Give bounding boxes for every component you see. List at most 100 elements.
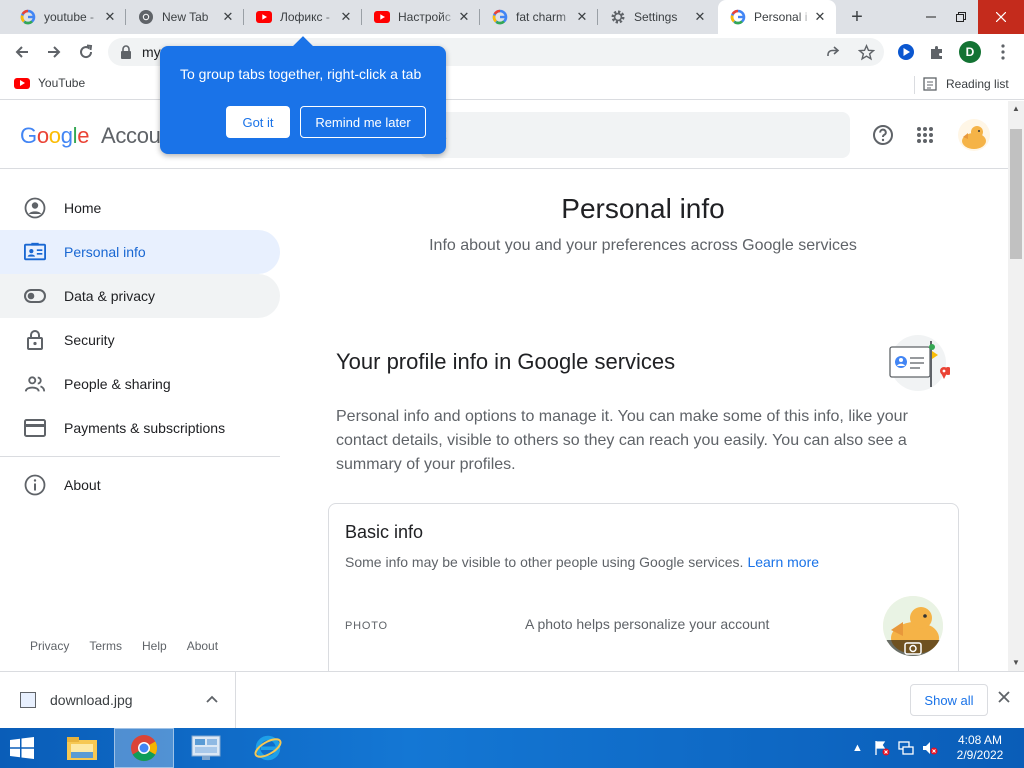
more-menu-icon[interactable]	[992, 41, 1014, 63]
system-clock[interactable]: 4:08 AM 2/9/2022	[950, 733, 1010, 763]
side-navigation: Home Personal info Data & privacy Securi…	[0, 186, 280, 507]
nav-item-about[interactable]: About	[0, 463, 280, 507]
credit-card-icon	[24, 417, 46, 439]
screen: youtube - ✕ New Tab ✕ Лофикс - ✕ Настрой…	[0, 0, 1024, 768]
forward-button[interactable]	[40, 38, 68, 66]
reload-button[interactable]	[72, 38, 100, 66]
download-shelf: download.jpg Show all	[0, 671, 1024, 728]
windows-start-button[interactable]	[8, 736, 36, 760]
apps-grid-icon[interactable]	[913, 123, 937, 147]
tab-title: Settings	[634, 10, 678, 24]
footer-link-privacy[interactable]: Privacy	[30, 639, 69, 653]
close-icon[interactable]	[998, 690, 1010, 708]
restore-button[interactable]	[946, 0, 976, 34]
browser-tab[interactable]: youtube - ✕	[8, 0, 126, 34]
extension-icon[interactable]	[895, 41, 917, 63]
profile-photo[interactable]	[883, 596, 943, 656]
help-icon[interactable]	[871, 123, 895, 147]
tab-title: Настройс	[398, 10, 451, 24]
close-icon[interactable]: ✕	[338, 9, 354, 25]
reading-list-button[interactable]: Reading list	[922, 76, 1009, 92]
nav-item-security[interactable]: Security	[0, 318, 280, 362]
learn-more-link[interactable]: Learn more	[747, 554, 819, 570]
remind-later-button[interactable]: Remind me later	[300, 106, 426, 138]
got-it-button[interactable]: Got it	[226, 106, 290, 138]
close-icon[interactable]: ✕	[456, 9, 472, 25]
chrome-taskbar-icon[interactable]	[114, 728, 174, 768]
nav-label: Data & privacy	[64, 288, 156, 304]
internet-explorer-icon[interactable]	[238, 728, 298, 768]
footer-links: Privacy Terms Help About	[30, 639, 238, 653]
browser-tab[interactable]: Лофикс - ✕	[244, 0, 362, 34]
scroll-up-arrow[interactable]: ▲	[1008, 101, 1024, 117]
scrollbar-thumb[interactable]	[1010, 129, 1022, 259]
control-panel-icon[interactable]	[176, 728, 236, 768]
bookmarks-divider	[914, 76, 915, 94]
close-icon[interactable]: ✕	[220, 9, 236, 25]
network-icon[interactable]	[898, 728, 914, 768]
puzzle-icon[interactable]	[926, 41, 948, 63]
footer-link-terms[interactable]: Terms	[89, 639, 122, 653]
tab-title: New Tab	[162, 10, 209, 24]
show-all-button[interactable]: Show all	[910, 684, 988, 716]
google-g-icon	[492, 9, 508, 25]
nav-item-home[interactable]: Home	[0, 186, 280, 230]
account-circle-icon	[24, 197, 46, 219]
google-wordmark: Google	[20, 123, 90, 148]
bookmarks-bar: YouTube Reading list	[0, 70, 1024, 100]
nav-item-payments[interactable]: Payments & subscriptions	[0, 406, 280, 450]
bookmark-youtube[interactable]: YouTube	[14, 76, 85, 90]
download-item[interactable]: download.jpg	[0, 672, 236, 728]
nav-item-people-sharing[interactable]: People & sharing	[0, 362, 280, 406]
nav-divider	[0, 456, 280, 457]
photo-label: PHOTO	[345, 620, 388, 632]
close-icon[interactable]: ✕	[574, 9, 590, 25]
nav-item-data-privacy[interactable]: Data & privacy	[0, 274, 280, 318]
clock-date: 2/9/2022	[956, 748, 1004, 762]
lock-icon	[121, 45, 131, 59]
back-button[interactable]	[8, 38, 36, 66]
profile-illustration	[886, 333, 952, 397]
google-account-logo[interactable]: Google Accou	[20, 123, 161, 149]
chevron-up-icon[interactable]	[206, 692, 218, 706]
nav-item-personal-info[interactable]: Personal info	[0, 230, 280, 274]
minimize-button[interactable]	[916, 0, 946, 34]
close-icon[interactable]: ✕	[692, 9, 708, 25]
scroll-down-arrow[interactable]: ▼	[1008, 655, 1024, 671]
bookmark-star-icon[interactable]	[855, 41, 877, 63]
card-title: Basic info	[345, 522, 424, 542]
url-text: my	[142, 44, 161, 60]
file-explorer-icon[interactable]	[52, 728, 112, 768]
close-icon[interactable]: ✕	[812, 9, 828, 25]
window-close-button[interactable]	[978, 0, 1024, 34]
share-icon[interactable]	[822, 41, 844, 63]
volume-muted-icon[interactable]	[922, 728, 938, 768]
close-icon[interactable]: ✕	[102, 9, 118, 25]
new-tab-button[interactable]: +	[845, 5, 869, 29]
browser-tab[interactable]: Settings ✕	[598, 0, 716, 34]
browser-tab[interactable]: Настройс ✕	[362, 0, 480, 34]
tab-group-tip-popup: To group tabs together, right-click a ta…	[160, 36, 446, 154]
browser-tab[interactable]: fat charm ✕	[480, 0, 598, 34]
browser-tab-active[interactable]: Personal i ✕	[718, 0, 836, 34]
google-g-icon	[20, 9, 36, 25]
account-header: Google Accou t	[0, 101, 1008, 169]
nav-label: About	[64, 477, 101, 493]
section-title: Your profile info in Google services	[336, 349, 676, 374]
page-title: Personal info	[561, 193, 725, 224]
page-scrollbar[interactable]: ▲ ▼	[1008, 101, 1024, 671]
action-center-icon[interactable]	[874, 728, 890, 768]
browser-toolbar: my D	[0, 34, 1024, 70]
photo-description: A photo helps personalize your account	[525, 616, 770, 632]
nav-label: Home	[64, 200, 102, 216]
youtube-icon	[374, 9, 390, 25]
footer-link-about[interactable]: About	[187, 639, 218, 653]
page-content: Google Accou t	[0, 101, 1008, 671]
browser-tab[interactable]: New Tab ✕	[126, 0, 244, 34]
profile-avatar[interactable]: D	[959, 41, 981, 63]
account-search-bar[interactable]: t	[420, 112, 850, 158]
tray-overflow-icon[interactable]: ▲	[852, 728, 863, 768]
nav-label: Personal info	[64, 244, 146, 260]
footer-link-help[interactable]: Help	[142, 639, 167, 653]
account-avatar[interactable]	[958, 119, 990, 151]
